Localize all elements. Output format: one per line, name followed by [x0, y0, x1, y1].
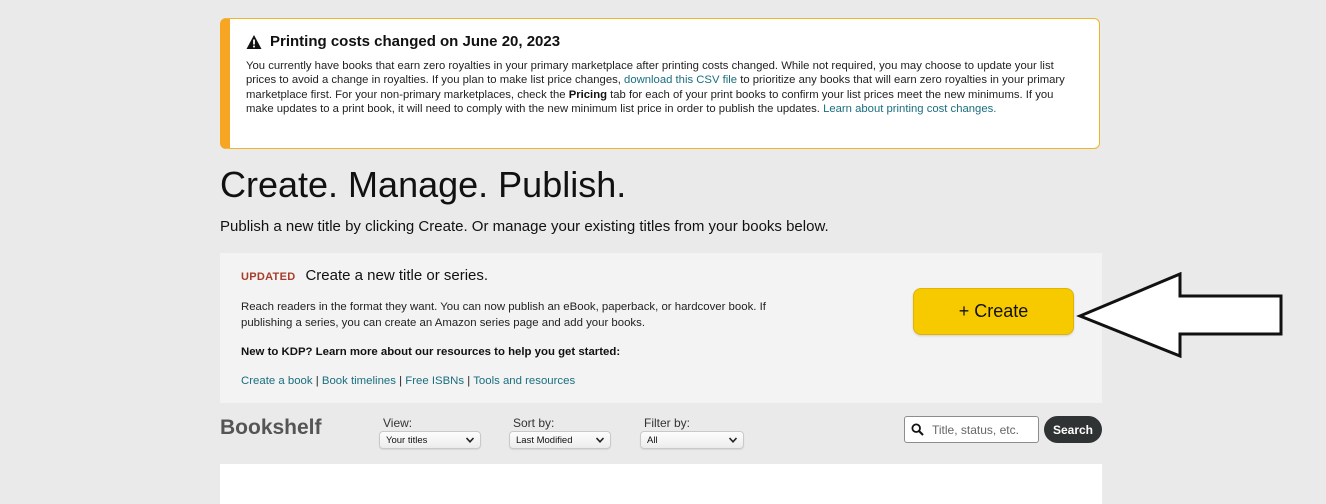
- chevron-down-icon: [465, 437, 475, 443]
- alert-header: Printing costs changed on June 20, 2023: [246, 33, 1083, 50]
- book-timelines-link[interactable]: Book timelines: [322, 375, 396, 387]
- warning-icon: [246, 34, 262, 49]
- link-separator: |: [312, 375, 322, 387]
- filter-select[interactable]: All: [640, 431, 744, 449]
- sort-label: Sort by:: [513, 416, 555, 430]
- sort-select-value: Last Modified: [516, 434, 573, 446]
- create-title-panel: UPDATED Create a new title or series. Re…: [220, 253, 1102, 403]
- search-icon: [911, 423, 924, 436]
- link-separator: |: [464, 375, 474, 387]
- view-label: View:: [383, 416, 413, 430]
- search-input[interactable]: [930, 421, 1034, 438]
- create-panel-description: Reach readers in the format they want. Y…: [241, 301, 766, 329]
- tools-and-resources-link[interactable]: Tools and resources: [473, 375, 575, 387]
- view-select-value: Your titles: [386, 434, 428, 446]
- page-title: Create. Manage. Publish.: [220, 164, 627, 205]
- left-arrow-annotation-icon: [1076, 272, 1283, 358]
- alert-title: Printing costs changed on June 20, 2023: [270, 33, 561, 50]
- create-a-book-link[interactable]: Create a book: [241, 375, 313, 387]
- view-control: View: Your titles: [379, 416, 481, 449]
- learn-printing-cost-link[interactable]: Learn about printing cost changes.: [823, 103, 996, 115]
- alert-body: You currently have books that earn zero …: [246, 59, 1083, 117]
- resource-links: Create a book | Book timelines | Free IS…: [241, 375, 575, 387]
- sort-control: Sort by: Last Modified: [509, 416, 611, 449]
- chevron-down-icon: [728, 437, 738, 443]
- page-subtitle: Publish a new title by clicking Create. …: [220, 218, 829, 235]
- chevron-down-icon: [595, 437, 605, 443]
- create-panel-header: UPDATED Create a new title or series.: [241, 267, 1081, 284]
- resources-heading: New to KDP? Learn more about our resourc…: [241, 346, 621, 358]
- bookshelf-heading: Bookshelf: [220, 416, 322, 439]
- filter-label: Filter by:: [644, 416, 691, 430]
- create-button[interactable]: + Create: [913, 288, 1074, 335]
- download-csv-link[interactable]: download this CSV file: [624, 74, 737, 86]
- filter-select-value: All: [647, 434, 658, 446]
- bookshelf-search-box: [904, 416, 1039, 443]
- free-isbns-link[interactable]: Free ISBNs: [405, 375, 464, 387]
- link-separator: |: [395, 375, 406, 387]
- updated-badge: UPDATED: [241, 271, 296, 283]
- bookshelf-list-area: [220, 464, 1102, 504]
- printing-cost-alert: Printing costs changed on June 20, 2023 …: [220, 18, 1100, 149]
- search-button[interactable]: Search: [1044, 416, 1102, 443]
- pricing-bold-text: Pricing: [568, 88, 607, 101]
- filter-control: Filter by: All: [640, 416, 744, 449]
- create-panel-title: Create a new title or series.: [305, 267, 489, 284]
- view-select[interactable]: Your titles: [379, 431, 481, 449]
- sort-select[interactable]: Last Modified: [509, 431, 611, 449]
